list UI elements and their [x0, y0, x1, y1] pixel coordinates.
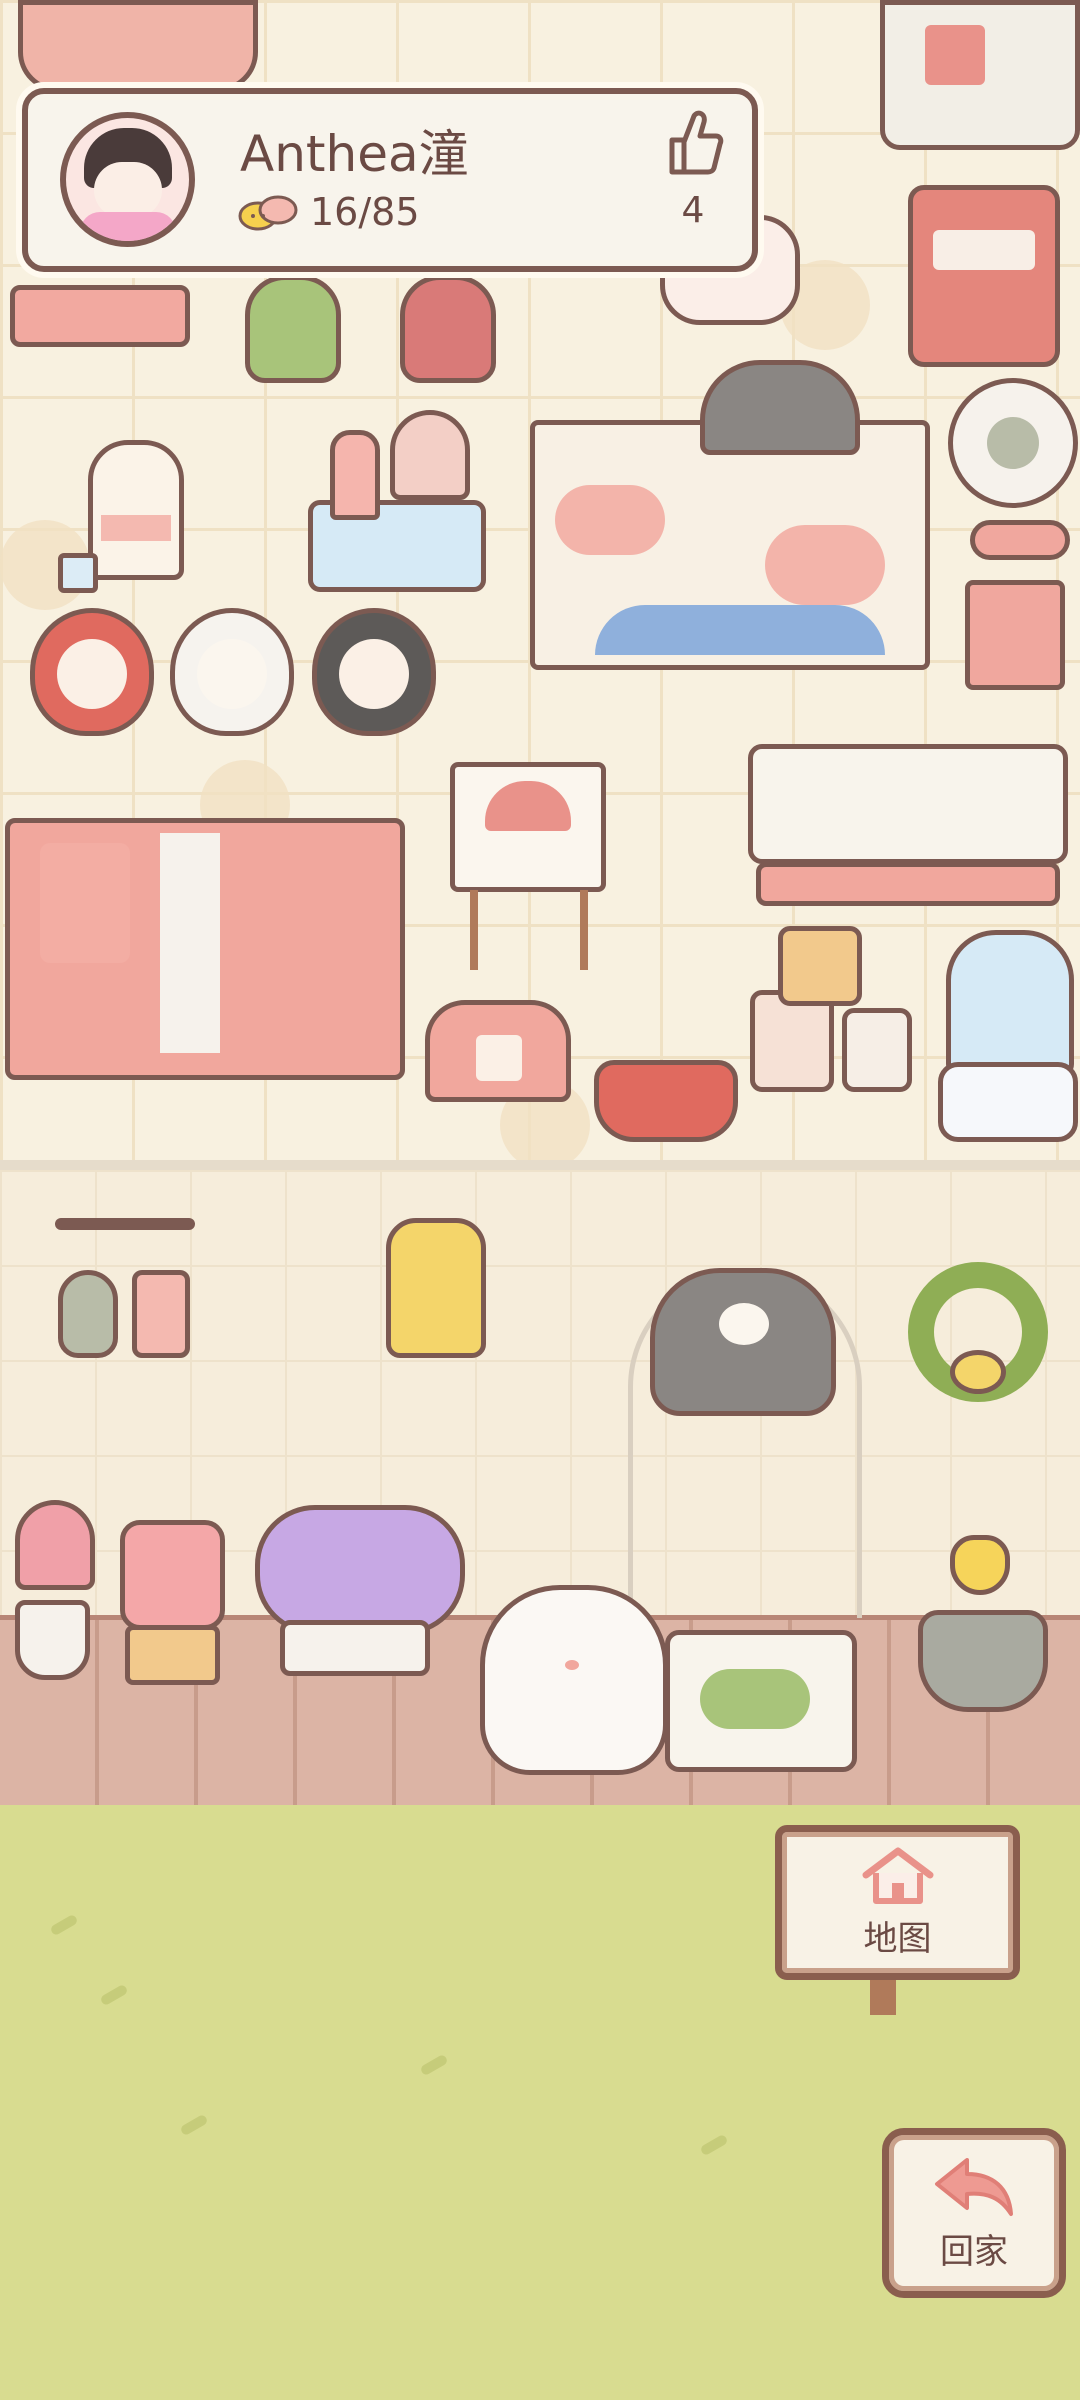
ice-cream-cone [390, 410, 470, 500]
book[interactable] [965, 580, 1065, 690]
bed-sheet [160, 833, 220, 1053]
pink-cushion[interactable] [18, 0, 258, 92]
owl-face [57, 639, 127, 709]
owl-face [197, 639, 267, 709]
screen-mountain [595, 605, 885, 655]
hydrangea-planter [280, 1620, 430, 1676]
map-label: 地图 [863, 1919, 932, 1959]
folding-screen[interactable] [530, 420, 930, 670]
stone-pot [918, 1610, 1048, 1712]
house-icon [862, 1847, 933, 1904]
avatar[interactable] [60, 112, 195, 247]
fridge-magnet [925, 25, 985, 85]
parfait-layer [101, 515, 171, 541]
fridge[interactable] [880, 0, 1080, 150]
rotary-telephone[interactable] [425, 1000, 571, 1102]
owl-daruma-red[interactable] [30, 608, 154, 736]
avatar-face [94, 162, 162, 218]
like-count: 4 [681, 190, 705, 231]
visit-counter: 16/85 [236, 190, 420, 234]
room-divider [0, 1160, 1080, 1170]
player-name: Anthea潼 [240, 125, 469, 183]
hyacinth-flower[interactable] [15, 1500, 95, 1590]
ice-cube [58, 553, 98, 593]
hydrangea[interactable] [255, 1505, 465, 1635]
painted-mushroom [485, 781, 571, 831]
honey-jar[interactable] [778, 926, 862, 1006]
screen-cloud [765, 525, 885, 605]
wreath-bell [950, 1350, 1006, 1394]
ice-bear-figure[interactable] [946, 930, 1074, 1080]
return-arrow-icon [935, 2157, 1013, 2216]
electric-fan[interactable] [948, 378, 1078, 508]
cat-nose [565, 1660, 579, 1670]
owl-daruma-black[interactable] [312, 608, 436, 736]
ice-sign [933, 230, 1035, 270]
bed-pillow [40, 843, 130, 963]
white-pot [15, 1600, 90, 1680]
kimono-cat-figurine[interactable] [245, 275, 341, 383]
fan-base [970, 520, 1070, 560]
player-info-card[interactable]: Anthea潼 16/85 4 [22, 88, 758, 272]
bench-base [756, 862, 1060, 906]
wall-lantern[interactable] [386, 1218, 486, 1358]
cat-face-patch [719, 1303, 769, 1345]
easel-leg [580, 890, 588, 970]
owl-daruma-white[interactable] [170, 608, 294, 736]
pink-bed[interactable] [5, 818, 405, 1080]
pet-bowl[interactable] [594, 1060, 738, 1142]
low-table[interactable] [10, 285, 190, 347]
cat-coin-icon [238, 195, 298, 231]
kimono-cat-figurine[interactable] [400, 275, 496, 383]
avatar-outfit [80, 212, 176, 241]
easel-painting[interactable] [450, 762, 606, 892]
gray-cat-sitting[interactable] [650, 1268, 836, 1416]
owl-face [339, 639, 409, 709]
flower-basket [125, 1625, 220, 1685]
phone-dial [476, 1035, 522, 1081]
screen-cloud [555, 485, 665, 555]
utensil-rack[interactable] [55, 1218, 195, 1230]
map-button[interactable]: 地图 [775, 1825, 1020, 1980]
popsicle [330, 430, 380, 520]
easel-leg [470, 890, 478, 970]
home-button[interactable]: 回家 [882, 2128, 1066, 2298]
tulip-flower[interactable] [950, 1535, 1010, 1595]
hanging-fork[interactable] [132, 1270, 190, 1358]
thumbs-up-icon[interactable] [662, 108, 724, 178]
fan-blades [987, 417, 1039, 469]
home-label: 回家 [940, 2231, 1008, 2272]
bear-parfait[interactable] [88, 440, 184, 580]
cat-mat[interactable] [665, 1630, 857, 1772]
ice-bear-base [938, 1062, 1078, 1142]
like-block[interactable]: 4 [648, 108, 738, 231]
visit-count: 16/85 [310, 190, 420, 234]
white-bench[interactable] [748, 744, 1068, 864]
shaved-ice-machine[interactable] [908, 185, 1060, 367]
white-cat-character[interactable] [480, 1585, 668, 1775]
pink-flower-bunch[interactable] [120, 1520, 225, 1630]
spice-jar[interactable] [842, 1008, 912, 1092]
gray-cat-peeking[interactable] [700, 360, 860, 455]
cactus-print [700, 1669, 810, 1729]
hanging-ladle[interactable] [58, 1270, 118, 1358]
